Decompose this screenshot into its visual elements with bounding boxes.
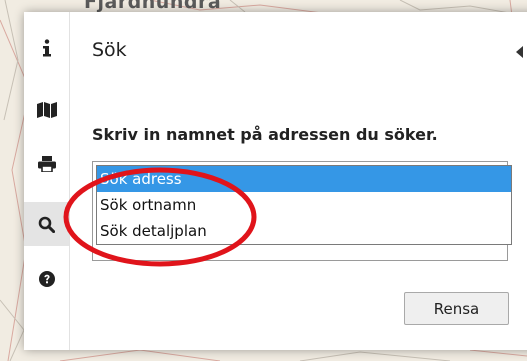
- search-instruction: Skriv in namnet på adressen du söker.: [92, 125, 438, 144]
- panel-title: Sök: [92, 39, 127, 61]
- printer-icon: [37, 156, 56, 172]
- collapse-panel-icon[interactable]: [516, 46, 523, 58]
- clear-button[interactable]: Rensa: [404, 292, 509, 325]
- screenshot-stage: Fjardhundra Sök Skriv in namnet på adres…: [0, 0, 527, 361]
- option-search-address[interactable]: Sök adress: [97, 166, 511, 192]
- map-icon: [36, 102, 57, 118]
- nav-map-button[interactable]: [24, 88, 69, 132]
- nav-print-button[interactable]: [24, 142, 69, 186]
- info-icon: [42, 39, 51, 57]
- search-panel: Sök Skriv in namnet på adressen du söker…: [24, 12, 527, 350]
- nav-search-button[interactable]: [24, 202, 69, 246]
- nav-help-button[interactable]: [24, 257, 69, 301]
- search-type-select[interactable]: Sök adress Sök ortnamn Sök detaljplan: [92, 161, 512, 261]
- nav-info-button[interactable]: [24, 26, 69, 70]
- option-search-place-name[interactable]: Sök ortnamn: [97, 192, 511, 218]
- search-icon: [38, 216, 55, 233]
- side-navigation: [24, 12, 70, 350]
- option-search-detail-plan[interactable]: Sök detaljplan: [97, 218, 511, 244]
- search-type-dropdown: Sök adress Sök ortnamn Sök detaljplan: [96, 165, 512, 245]
- question-circle-icon: [38, 271, 55, 287]
